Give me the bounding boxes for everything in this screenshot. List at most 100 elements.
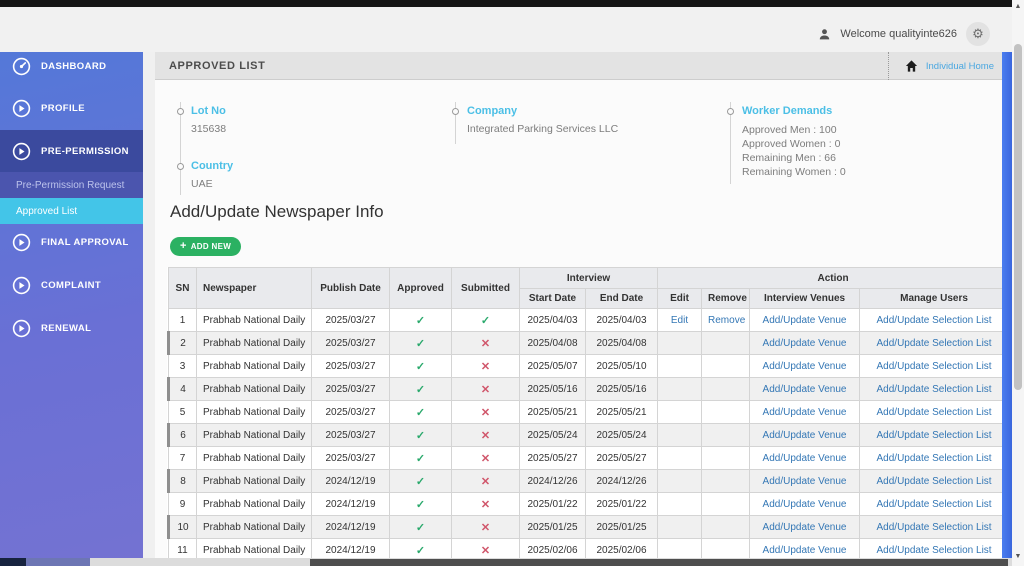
add-update-venue-link[interactable]: Add/Update Venue — [763, 430, 847, 441]
add-update-selection-list-link[interactable]: Add/Update Selection List — [877, 522, 992, 533]
settings-gear-icon[interactable]: ⚙ — [966, 22, 990, 46]
cross-icon: ✕ — [480, 429, 491, 442]
interview-venue-cell[interactable]: Add/Update Venue — [749, 423, 861, 447]
manage-users-cell[interactable]: Add/Update Selection List — [859, 331, 1010, 355]
check-icon: ✓ — [415, 544, 426, 557]
main-panel: Lot No 315638 Country UAE Company Integr… — [155, 80, 1010, 566]
add-update-selection-list-link[interactable]: Add/Update Selection List — [877, 476, 992, 487]
add-update-venue-link[interactable]: Add/Update Venue — [763, 476, 847, 487]
add-update-venue-link[interactable]: Add/Update Venue — [763, 315, 847, 326]
add-update-venue-link[interactable]: Add/Update Venue — [763, 384, 847, 395]
manage-users-cell[interactable]: Add/Update Selection List — [859, 400, 1010, 424]
home-icon[interactable] — [905, 60, 918, 72]
bullet-circle-icon — [177, 108, 184, 115]
manage-users-cell[interactable]: Add/Update Selection List — [859, 469, 1010, 493]
table-row: 8 Prabhab National Daily 2024/12/19 ✓ ✕ 2024/… — [167, 469, 1010, 493]
interview-venue-cell[interactable]: Add/Update Venue — [749, 469, 861, 493]
manage-users-cell[interactable]: Add/Update Selection List — [859, 377, 1010, 401]
add-update-venue-link[interactable]: Add/Update Venue — [763, 499, 847, 510]
interview-venue-cell[interactable]: Add/Update Venue — [749, 400, 861, 424]
add-update-selection-list-link[interactable]: Add/Update Selection List — [877, 430, 992, 441]
interview-venue-cell[interactable]: Add/Update Venue — [749, 354, 861, 378]
interview-venue-cell[interactable]: Add/Update Venue — [749, 492, 861, 516]
browser-scrollbar-thumb[interactable] — [1014, 44, 1022, 390]
add-update-selection-list-link[interactable]: Add/Update Selection List — [877, 453, 992, 464]
sidebar-item-final-approval[interactable]: FINAL APPROVAL — [0, 228, 143, 256]
submitted-cell: ✕ — [451, 515, 520, 539]
edit-link[interactable]: Edit — [671, 315, 688, 326]
plus-icon: + — [180, 240, 187, 252]
start-date-cell: 2025/05/16 — [519, 377, 586, 401]
scroll-up-arrow-icon[interactable]: ▲ — [1012, 1, 1024, 13]
add-update-selection-list-link[interactable]: Add/Update Selection List — [877, 407, 992, 418]
breadcrumb: Individual Home — [887, 52, 994, 80]
add-update-selection-list-link[interactable]: Add/Update Selection List — [877, 338, 992, 349]
cross-icon: ✕ — [480, 360, 491, 373]
add-new-button[interactable]: + ADD NEW — [170, 237, 242, 256]
approved-cell: ✓ — [389, 354, 452, 378]
add-update-venue-link[interactable]: Add/Update Venue — [763, 545, 847, 556]
interview-venue-cell[interactable]: Add/Update Venue — [749, 515, 861, 539]
approved-cell: ✓ — [389, 377, 452, 401]
manage-users-cell[interactable]: Add/Update Selection List — [859, 308, 1010, 332]
individual-home-link[interactable]: Individual Home — [926, 61, 994, 72]
remove-cell — [701, 400, 751, 424]
edit-cell — [657, 446, 703, 470]
sidebar-item-profile[interactable]: PROFILE — [0, 94, 143, 122]
check-icon: ✓ — [415, 383, 426, 396]
cross-icon: ✕ — [480, 452, 491, 465]
publish-date-cell: 2025/03/27 — [311, 354, 390, 378]
sidebar-item-pre-permission[interactable]: PRE-PERMISSION — [0, 130, 143, 172]
remove-cell — [701, 492, 751, 516]
scroll-down-arrow-icon[interactable]: ▼ — [1012, 551, 1024, 563]
add-update-selection-list-link[interactable]: Add/Update Selection List — [877, 384, 992, 395]
interview-venue-cell[interactable]: Add/Update Venue — [749, 308, 861, 332]
start-date-cell: 2025/05/07 — [519, 354, 586, 378]
remove-cell[interactable]: Remove — [701, 308, 751, 332]
cross-icon: ✕ — [480, 544, 491, 557]
newspaper-cell: Prabhab National Daily — [196, 331, 312, 355]
table-row: 1 Prabhab National Daily 2025/03/27 ✓ ✓ 2025/… — [168, 308, 1010, 332]
sidebar-item-complaint[interactable]: COMPLAINT — [0, 271, 143, 299]
add-update-venue-link[interactable]: Add/Update Venue — [763, 407, 847, 418]
interview-venue-cell[interactable]: Add/Update Venue — [749, 446, 861, 470]
add-update-venue-link[interactable]: Add/Update Venue — [763, 361, 847, 372]
check-icon: ✓ — [415, 429, 426, 442]
add-update-selection-list-link[interactable]: Add/Update Selection List — [877, 315, 992, 326]
edit-cell[interactable]: Edit — [657, 308, 703, 332]
edit-cell — [657, 400, 703, 424]
play-circle-icon — [12, 319, 31, 338]
horizontal-scrollbar-thumb[interactable] — [310, 559, 1008, 566]
check-icon: ✓ — [415, 360, 426, 373]
check-icon: ✓ — [415, 521, 426, 534]
check-icon: ✓ — [415, 314, 426, 327]
add-update-venue-link[interactable]: Add/Update Venue — [763, 522, 847, 533]
manage-users-cell[interactable]: Add/Update Selection List — [859, 354, 1010, 378]
interview-venue-cell[interactable]: Add/Update Venue — [749, 377, 861, 401]
edit-cell — [657, 331, 703, 355]
content-scrollbar-thumb[interactable] — [1002, 52, 1012, 566]
sidebar-subitem-pre-permission-request[interactable]: Pre-Permission Request — [0, 172, 143, 198]
sidebar-subitem-approved-list[interactable]: Approved List — [0, 198, 143, 224]
newspaper-table-body: 1 Prabhab National Daily 2025/03/27 ✓ ✓ 2025/… — [167, 308, 1010, 562]
sidebar-item-dashboard[interactable]: DASHBOARD — [0, 52, 143, 80]
interview-venue-cell[interactable]: Add/Update Venue — [749, 331, 861, 355]
add-update-venue-link[interactable]: Add/Update Venue — [763, 338, 847, 349]
edit-cell — [657, 515, 703, 539]
manage-users-cell[interactable]: Add/Update Selection List — [859, 515, 1010, 539]
add-update-selection-list-link[interactable]: Add/Update Selection List — [877, 545, 992, 556]
col-header-edit: Edit — [657, 288, 703, 309]
start-date-cell: 2025/01/25 — [519, 515, 586, 539]
add-update-venue-link[interactable]: Add/Update Venue — [763, 453, 847, 464]
add-update-selection-list-link[interactable]: Add/Update Selection List — [877, 361, 992, 372]
remove-link[interactable]: Remove — [708, 315, 745, 326]
publish-date-cell: 2025/03/27 — [311, 423, 390, 447]
manage-users-cell[interactable]: Add/Update Selection List — [859, 423, 1010, 447]
add-update-selection-list-link[interactable]: Add/Update Selection List — [877, 499, 992, 510]
manage-users-cell[interactable]: Add/Update Selection List — [859, 446, 1010, 470]
sidebar-horizontal-scrollbar-thumb[interactable] — [26, 558, 90, 566]
table-row: 9 Prabhab National Daily 2024/12/19 ✓ ✕ 2025/… — [168, 492, 1010, 516]
sidebar-item-renewal[interactable]: RENEWAL — [0, 314, 143, 342]
table-row: 6 Prabhab National Daily 2025/03/27 ✓ ✕ 2025/… — [167, 423, 1010, 447]
manage-users-cell[interactable]: Add/Update Selection List — [859, 492, 1010, 516]
